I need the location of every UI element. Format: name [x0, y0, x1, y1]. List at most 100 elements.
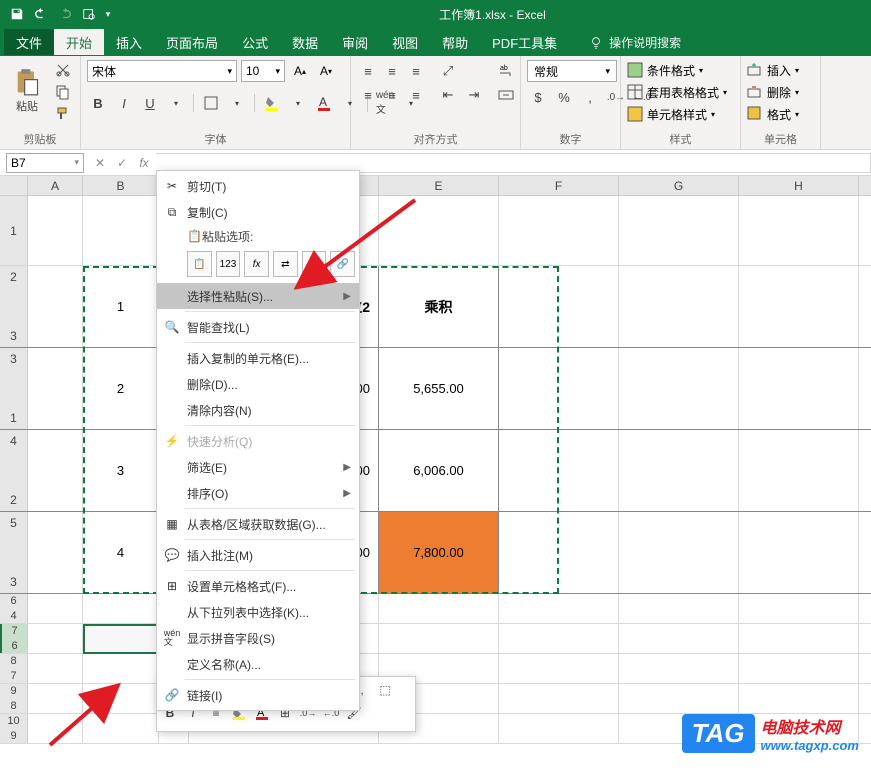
border-button[interactable]	[200, 92, 222, 114]
ctx-filter[interactable]: 筛选(E)▶	[157, 454, 359, 480]
font-name-combo[interactable]: 宋体▾	[87, 60, 237, 82]
decrease-indent-icon[interactable]: ⇤	[437, 84, 459, 106]
font-size-combo[interactable]: 10▾	[241, 60, 285, 82]
tab-layout[interactable]: 页面布局	[154, 29, 230, 55]
align-center-icon[interactable]: ≡	[381, 84, 403, 106]
paste-all-icon[interactable]: 📋	[187, 251, 212, 277]
format-cells-button[interactable]: 格式▾	[747, 104, 799, 124]
delete-cells-button[interactable]: 删除▾	[747, 82, 799, 102]
col-header-H[interactable]: H	[739, 176, 859, 195]
align-left-icon[interactable]: ≡	[357, 84, 379, 106]
tab-data[interactable]: 数据	[280, 29, 330, 55]
copy-icon: ⧉	[163, 203, 181, 221]
format-painter-button[interactable]	[52, 104, 74, 124]
ctx-copy[interactable]: ⧉复制(C)	[157, 199, 359, 225]
ctx-show-pinyin[interactable]: wén文显示拼音字段(S)	[157, 625, 359, 651]
fill-color-button[interactable]	[261, 92, 283, 114]
ctx-paste-special[interactable]: 选择性粘贴(S)...▶	[157, 283, 359, 309]
cell-styles-button[interactable]: 单元格样式▾	[627, 104, 727, 124]
col-header-A[interactable]: A	[28, 176, 83, 195]
ctx-define-name[interactable]: 定义名称(A)...	[157, 651, 359, 677]
cancel-icon[interactable]: ✕	[90, 153, 110, 173]
tab-view[interactable]: 视图	[380, 29, 430, 55]
print-preview-icon[interactable]	[78, 3, 100, 25]
wrap-text-button[interactable]: ab	[495, 60, 517, 82]
decrease-font-icon[interactable]: A▾	[315, 61, 337, 81]
bold-button[interactable]: B	[87, 92, 109, 114]
conditional-format-button[interactable]: 条件格式▾	[627, 60, 727, 80]
fx-icon[interactable]: fx	[134, 153, 154, 173]
select-all-corner[interactable]	[0, 176, 28, 195]
underline-button[interactable]: U	[139, 92, 161, 114]
ctx-clear[interactable]: 清除内容(N)	[157, 397, 359, 423]
ctx-sort[interactable]: 排序(O)▶	[157, 480, 359, 506]
ctx-link[interactable]: 🔗链接(I)	[157, 682, 359, 708]
formula-bar: B7▾ ✕ ✓ fx	[0, 150, 871, 176]
cell-style-icon	[627, 106, 643, 122]
watermark-url: www.tagxp.com	[761, 738, 859, 753]
align-middle-icon[interactable]: ≡	[381, 60, 403, 82]
cut-button[interactable]	[52, 60, 74, 80]
chevron-down-icon: ▾	[227, 66, 232, 77]
name-box[interactable]: B7▾	[6, 153, 84, 173]
link-icon: 🔗	[163, 686, 181, 704]
col-header-E[interactable]: E	[379, 176, 499, 195]
increase-indent-icon[interactable]: ⇥	[463, 84, 485, 106]
group-styles: 条件格式▾ 套用表格格式▾ 单元格样式▾ 样式	[621, 56, 741, 149]
ctx-delete[interactable]: 删除(D)...	[157, 371, 359, 397]
tab-help[interactable]: 帮助	[430, 29, 480, 55]
scissors-icon: ✂	[163, 177, 181, 195]
redo-icon[interactable]	[54, 3, 76, 25]
tab-review[interactable]: 审阅	[330, 29, 380, 55]
format-cells-icon: ⊞	[163, 577, 181, 595]
align-top-icon[interactable]: ≡	[357, 60, 379, 82]
paste-formulas-icon[interactable]: fx	[244, 251, 269, 277]
ctx-pick-list[interactable]: 从下拉列表中选择(K)...	[157, 599, 359, 625]
format-table-button[interactable]: 套用表格格式▾	[627, 82, 727, 102]
merge-button[interactable]	[495, 84, 517, 106]
paste-icon	[13, 68, 41, 96]
paste-button[interactable]: 粘贴	[6, 60, 48, 122]
grid-area: A B C D E F G H 1 23 1 单位2 乘积	[0, 176, 871, 744]
comma-button[interactable]: ,	[579, 86, 601, 108]
enter-icon[interactable]: ✓	[112, 153, 132, 173]
watermark-cn: 电脑技术网	[761, 714, 859, 738]
table-icon: ▦	[163, 515, 181, 533]
undo-icon[interactable]	[30, 3, 52, 25]
orientation-button[interactable]: ⤢	[437, 60, 459, 82]
paste-formatting-icon[interactable]: %	[302, 251, 327, 277]
tab-pdf[interactable]: PDF工具集	[480, 29, 569, 55]
copy-button[interactable]	[52, 82, 74, 102]
font-color-button[interactable]: A	[313, 92, 335, 114]
qat-dropdown-icon[interactable]: ▾	[102, 3, 114, 25]
ctx-from-table[interactable]: ▦从表格/区域获取数据(G)...	[157, 511, 359, 537]
italic-button[interactable]: I	[113, 92, 135, 114]
group-clipboard: 粘贴 剪贴板	[0, 56, 81, 149]
accounting-button[interactable]: $	[527, 86, 549, 108]
percent-button[interactable]: %	[553, 86, 575, 108]
ctx-insert-comment[interactable]: 💬插入批注(M)	[157, 542, 359, 568]
insert-cells-button[interactable]: 插入▾	[747, 60, 799, 80]
tab-formula[interactable]: 公式	[230, 29, 280, 55]
align-right-icon[interactable]: ≡	[405, 84, 427, 106]
paste-transpose-icon[interactable]: ⇄	[273, 251, 298, 277]
tell-me-search[interactable]: 操作说明搜索	[589, 34, 681, 51]
mini-merge-icon[interactable]: ⬚	[375, 680, 395, 700]
col-header-B[interactable]: B	[83, 176, 159, 195]
paste-link-icon[interactable]: 🔗	[330, 251, 355, 277]
ctx-cut[interactable]: ✂剪切(T)	[157, 173, 359, 199]
align-bottom-icon[interactable]: ≡	[405, 60, 427, 82]
ctx-format-cells[interactable]: ⊞设置单元格格式(F)...	[157, 573, 359, 599]
paste-values-icon[interactable]: 123	[216, 251, 241, 277]
row-header-1[interactable]: 1	[0, 196, 28, 265]
tab-file[interactable]: 文件	[4, 29, 54, 55]
save-icon[interactable]	[6, 3, 28, 25]
ctx-smart-lookup[interactable]: 🔍智能查找(L)	[157, 314, 359, 340]
ctx-insert-copied[interactable]: 插入复制的单元格(E)...	[157, 345, 359, 371]
tab-home[interactable]: 开始	[54, 29, 104, 55]
col-header-G[interactable]: G	[619, 176, 739, 195]
tab-insert[interactable]: 插入	[104, 29, 154, 55]
col-header-F[interactable]: F	[499, 176, 619, 195]
number-format-combo[interactable]: 常规▾	[527, 60, 617, 82]
increase-font-icon[interactable]: A▴	[289, 61, 311, 81]
